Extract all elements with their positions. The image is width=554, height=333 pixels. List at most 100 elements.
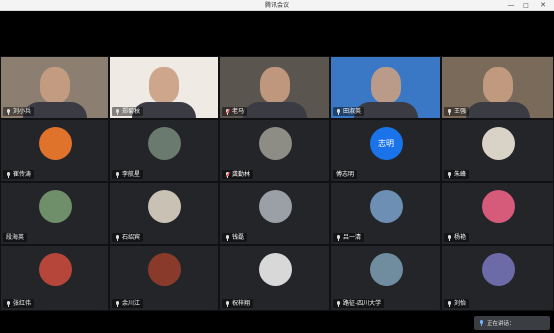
- participant-tile[interactable]: 李航星: [109, 119, 219, 182]
- microphone-icon: [115, 171, 120, 178]
- participant-tile[interactable]: 崔传涛: [0, 119, 109, 182]
- participant-name: 石绍宾: [122, 234, 141, 241]
- video-feed: [370, 67, 401, 103]
- participant-name: 杨艳: [454, 234, 467, 241]
- participant-name: 郑菊秋: [122, 108, 141, 115]
- avatar: [148, 127, 181, 160]
- participant-name: 刘怡: [454, 300, 467, 307]
- participant-name: 朱峰: [454, 171, 467, 178]
- microphone-icon: [447, 108, 452, 115]
- participant-tile[interactable]: 钱磊: [219, 182, 330, 245]
- participant-tile[interactable]: 刘小兵: [0, 56, 109, 119]
- participant-name: 段海英: [6, 234, 25, 241]
- participant-tile[interactable]: 张红伟: [0, 245, 109, 311]
- microphone-icon: [225, 300, 230, 307]
- participant-tile[interactable]: 吕一清: [330, 182, 441, 245]
- participant-tile[interactable]: 段海英: [0, 182, 109, 245]
- participant-tile[interactable]: 朱峰: [441, 119, 554, 182]
- video-body: [465, 102, 530, 118]
- top-toolbar-area: [0, 11, 554, 56]
- microphone-icon: [447, 171, 452, 178]
- participant-name: 钱磊: [232, 234, 245, 241]
- microphone-icon: [115, 234, 120, 241]
- video-feed: [149, 67, 179, 103]
- name-tag: 田淑英: [333, 107, 365, 116]
- participant-name: 余川江: [122, 300, 141, 307]
- window-titlebar: 腾讯会议 — □ ✕: [0, 0, 554, 11]
- participant-tile[interactable]: 志明傅志明: [330, 119, 441, 182]
- participant-name: 李航星: [122, 171, 141, 178]
- participant-tile[interactable]: 王强: [441, 56, 554, 119]
- participant-name: 田淑英: [343, 108, 362, 115]
- maximize-icon[interactable]: □: [520, 0, 532, 11]
- avatar: [38, 190, 72, 223]
- name-tag: 傅志明: [333, 170, 358, 179]
- microphone-icon: [447, 234, 452, 241]
- participant-name: 崔传涛: [13, 171, 32, 178]
- avatar: [38, 127, 72, 160]
- avatar: 志明: [369, 127, 403, 160]
- microphone-icon: [115, 300, 120, 307]
- name-tag: 石绍宾: [112, 233, 144, 242]
- avatar: [148, 253, 181, 286]
- name-tag: 吕一清: [333, 233, 365, 242]
- participant-tile[interactable]: 龚勤林: [219, 119, 330, 182]
- participant-name: 龚勤林: [232, 171, 251, 178]
- speaking-indicator: 正在讲话：: [474, 316, 550, 330]
- minimize-icon[interactable]: —: [505, 0, 517, 11]
- participant-tile[interactable]: 杨艳: [441, 182, 554, 245]
- name-tag: 路征-四川大学: [333, 299, 385, 308]
- name-tag: 刘小兵: [3, 107, 35, 116]
- participant-tile[interactable]: 路征-四川大学: [330, 245, 441, 311]
- participant-tile[interactable]: 石绍宾: [109, 182, 219, 245]
- avatar: [481, 253, 515, 286]
- microphone-icon: [447, 300, 452, 307]
- name-tag: 祝梓翔: [222, 299, 254, 308]
- speaking-label: 正在讲话：: [487, 321, 515, 327]
- participant-tile[interactable]: 刘怡: [441, 245, 554, 311]
- close-icon[interactable]: ✕: [537, 0, 549, 11]
- participant-tile[interactable]: 祝梓翔: [219, 245, 330, 311]
- name-tag: 段海英: [3, 233, 28, 242]
- name-tag: 李航星: [112, 170, 144, 179]
- participant-name: 张红伟: [13, 300, 32, 307]
- avatar: [258, 127, 292, 160]
- microphone-icon: [336, 108, 341, 115]
- name-tag: 钱磊: [222, 233, 248, 242]
- microphone-icon: [479, 320, 484, 326]
- microphone-icon: [336, 300, 341, 307]
- participant-tile[interactable]: 老马: [219, 56, 330, 119]
- microphone-icon: [115, 108, 120, 115]
- participant-tile[interactable]: 余川江: [109, 245, 219, 311]
- participant-tile[interactable]: 田淑英: [330, 56, 441, 119]
- video-feed: [39, 67, 70, 103]
- participant-name: 祝梓翔: [232, 300, 251, 307]
- participant-tile[interactable]: 郑菊秋: [109, 56, 219, 119]
- avatar: [481, 190, 515, 223]
- name-tag: 朱峰: [444, 170, 470, 179]
- avatar: [481, 127, 515, 160]
- video-feed: [259, 67, 290, 103]
- mic-muted-icon: [225, 108, 231, 115]
- name-tag: 郑菊秋: [112, 107, 144, 116]
- avatar: [38, 253, 72, 286]
- name-tag: 龚勤林: [222, 170, 254, 179]
- name-tag: 王强: [444, 107, 470, 116]
- participant-name: 老马: [232, 108, 245, 115]
- participant-name: 王强: [454, 108, 467, 115]
- name-tag: 老马: [222, 107, 248, 116]
- video-feed: [482, 67, 513, 103]
- avatar: [369, 190, 403, 223]
- microphone-icon: [6, 108, 11, 115]
- avatar: [258, 253, 292, 286]
- avatar: [148, 190, 181, 223]
- participant-name: 傅志明: [336, 171, 355, 178]
- name-tag: 崔传涛: [3, 170, 35, 179]
- microphone-icon: [225, 234, 230, 241]
- bottom-bar: [0, 311, 554, 333]
- avatar: [258, 190, 292, 223]
- name-tag: 杨艳: [444, 233, 470, 242]
- name-tag: 刘怡: [444, 299, 470, 308]
- name-tag: 余川江: [112, 299, 144, 308]
- participant-grid: 刘小兵 郑菊秋 老马 田淑英 王强 崔传涛 李航星 龚勤林 志明 傅志明 朱峰 段海英 石绍宾 钱磊 吕一清…: [0, 56, 554, 311]
